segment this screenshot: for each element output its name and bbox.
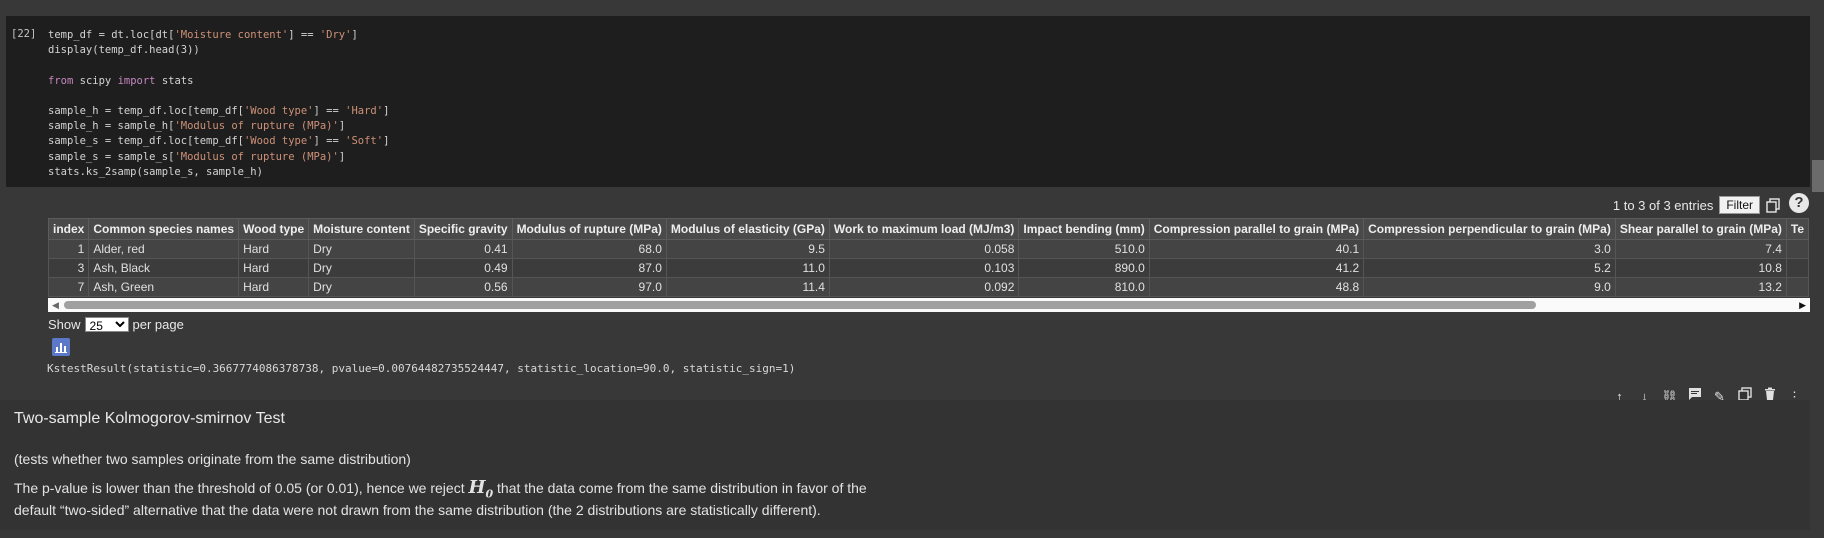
help-icon[interactable]: ? [1789, 193, 1809, 213]
column-header[interactable]: index [48, 218, 90, 240]
column-header[interactable]: Shear parallel to grain (MPa) [1614, 218, 1787, 240]
data-table-container: index Common species names Wood type Moistu… [48, 218, 1810, 298]
code-line: sample_s = temp_df.loc[temp_df['Wood typ… [48, 135, 390, 148]
table-cell: 68.0 [511, 239, 667, 259]
table-cell: 10.8 [1614, 258, 1787, 278]
table-cell: Hard [238, 239, 310, 259]
table-cell: 0.41 [413, 239, 513, 259]
table-cell: 0.092 [828, 277, 1020, 297]
table-cell: Hard [238, 277, 310, 297]
vertical-scrollbar[interactable] [1812, 160, 1824, 192]
table-cell: 11.4 [665, 277, 830, 297]
table-cell: 1 [48, 239, 90, 259]
table-info-bar: 1 to 3 of 3 entries Filter [1613, 196, 1780, 214]
table-body: 1 Alder, red Hard Dry 0.41 68.0 9.5 0.058 510.0 4… [48, 239, 1810, 297]
code-line: from scipy import stats [48, 74, 194, 87]
filter-button[interactable]: Filter [1719, 196, 1760, 214]
table-cell: 41.2 [1148, 258, 1365, 278]
table-cell: 11.0 [665, 258, 830, 278]
code-editor[interactable]: temp_df = dt.loc[dt['Moisture content'] … [48, 28, 389, 180]
table-cell: Ash, Green [88, 277, 240, 297]
code-line: sample_s = sample_s['Modulus of rupture … [48, 150, 346, 163]
scroll-right-icon[interactable]: ▶ [1799, 300, 1806, 311]
table-cell: 0.56 [413, 277, 513, 297]
table-cell: 13.2 [1614, 277, 1787, 297]
table-cell: 7.4 [1614, 239, 1787, 259]
h0-symbol: H0 [468, 477, 494, 501]
column-header[interactable]: Modulus of elasticity (GPa) [665, 218, 830, 240]
table-row: 1 Alder, red Hard Dry 0.41 68.0 9.5 0.058 510.0 4… [48, 239, 1810, 259]
table-cell: 48.8 [1148, 277, 1365, 297]
chart-suggestion-icon[interactable] [52, 338, 70, 356]
p2-text-after: that the data come from the same distrib… [493, 480, 867, 496]
per-page-label: per page [132, 317, 184, 332]
column-header[interactable]: Impact bending (mm) [1018, 218, 1150, 240]
entries-count: 1 to 3 of 3 entries [1612, 197, 1714, 213]
table-cell: 40.1 [1148, 239, 1365, 259]
table-cell: 9.0 [1363, 277, 1616, 297]
table-cell: Dry [308, 239, 415, 259]
table-cell [1785, 239, 1810, 259]
table-cell: 0.103 [828, 258, 1020, 278]
table-cell: Dry [308, 277, 415, 297]
code-cell[interactable]: [22] temp_df = dt.loc[dt['Moisture conte… [6, 16, 1810, 187]
table-cell: Alder, red [88, 239, 240, 259]
code-line: sample_h = temp_df.loc[temp_df['Wood typ… [48, 104, 390, 117]
code-line: temp_df = dt.loc[dt['Moisture content'] … [48, 29, 358, 41]
table-row: 7 Ash, Green Hard Dry 0.56 97.0 11.4 0.092 810.0… [48, 277, 1810, 297]
table-row: 3 Ash, Black Hard Dry 0.49 87.0 11.0 0.103 890.0… [48, 258, 1810, 278]
markdown-heading: Two-sample Kolmogorov-smirnov Test [14, 410, 285, 427]
table-cell: 3 [48, 258, 90, 278]
table-cell: 87.0 [511, 258, 667, 278]
copy-table-icon[interactable] [1766, 197, 1780, 213]
table-cell: Dry [308, 258, 415, 278]
scrollbar-thumb[interactable] [64, 301, 1536, 309]
markdown-paragraph-1: (tests whether two samples originate fro… [14, 451, 411, 467]
column-header[interactable]: Modulus of rupture (MPa) [511, 218, 667, 240]
cell-output: KstestResult(statistic=0.366777408637873… [47, 362, 796, 375]
horizontal-scrollbar[interactable]: ◀ ▶ [48, 298, 1810, 312]
column-header[interactable]: Work to maximum load (MJ/m3) [828, 218, 1020, 240]
data-table: index Common species names Wood type Moistu… [48, 218, 1810, 297]
table-cell: Hard [238, 258, 310, 278]
column-header[interactable]: Common species names [88, 218, 240, 240]
table-cell: 0.49 [413, 258, 513, 278]
markdown-paragraph-3: default “two-sided” alternative that the… [14, 502, 821, 518]
scroll-left-icon[interactable]: ◀ [52, 300, 59, 311]
table-cell: 5.2 [1363, 258, 1616, 278]
p2-text-before: The p-value is lower than the threshold … [14, 480, 469, 496]
table-cell: 7 [48, 277, 90, 297]
table-header-row: index Common species names Wood type Moistu… [48, 218, 1810, 240]
page-size-select[interactable]: 25 [84, 317, 129, 332]
table-cell: 890.0 [1018, 258, 1150, 278]
column-header[interactable]: Specific gravity [413, 218, 513, 240]
table-cell [1785, 258, 1810, 278]
code-line: sample_h = sample_h['Modulus of rupture … [48, 120, 346, 133]
execution-count: [22] [11, 28, 37, 40]
show-label: Show [48, 317, 81, 332]
column-header[interactable]: Compression perpendicular to grain (MPa) [1363, 218, 1616, 240]
table-cell: 0.058 [828, 239, 1020, 259]
table-cell: 810.0 [1018, 277, 1150, 297]
column-header[interactable]: Compression parallel to grain (MPa) [1148, 218, 1365, 240]
table-cell: 510.0 [1018, 239, 1150, 259]
code-line: display(temp_df.head(3)) [48, 44, 200, 57]
code-line: stats.ks_2samp(sample_s, sample_h) [48, 165, 263, 178]
column-header[interactable]: Moisture content [308, 218, 415, 240]
table-cell: Ash, Black [88, 258, 240, 278]
column-header[interactable]: Wood type [238, 218, 310, 240]
table-cell [1785, 277, 1810, 297]
table-cell: 3.0 [1363, 239, 1616, 259]
column-header[interactable]: Te [1785, 218, 1810, 240]
table-cell: 9.5 [665, 239, 830, 259]
table-cell: 97.0 [511, 277, 667, 297]
page-size-control: Show 25 per page [48, 317, 184, 332]
